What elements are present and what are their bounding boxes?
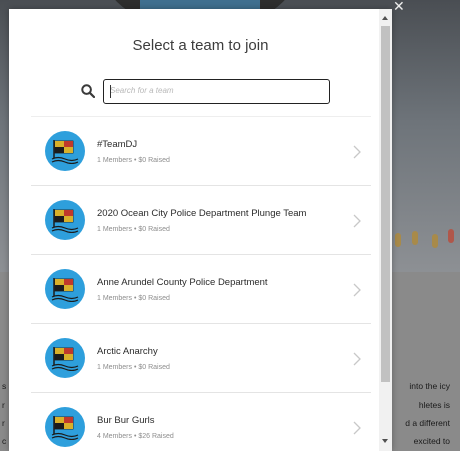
scroll-down-arrow-icon[interactable] — [382, 439, 388, 443]
background-people — [390, 225, 460, 255]
modal-title: Select a team to join — [132, 37, 269, 54]
close-icon[interactable]: ✕ — [393, 0, 405, 15]
team-name: Bur Bur Gurls — [97, 415, 155, 426]
text-cursor — [110, 85, 111, 98]
team-row[interactable]: Arctic Anarchy 1 Members • $0 Raised — [31, 324, 371, 393]
article-text-line: r — [2, 418, 5, 428]
team-list: #TeamDJ 1 Members • $0 Raised 2020 Ocean… — [31, 116, 371, 451]
team-name: Anne Arundel County Police Department — [97, 277, 268, 288]
maryland-flag-icon — [51, 209, 79, 233]
search-field[interactable] — [103, 79, 330, 104]
team-row[interactable]: Anne Arundel County Police Department 1 … — [31, 255, 371, 324]
maryland-flag-icon — [51, 416, 79, 440]
team-stats: 1 Members • $0 Raised — [97, 157, 170, 164]
team-row[interactable]: Bur Bur Gurls 4 Members • $26 Raised — [31, 393, 371, 451]
article-text-line: hletes is — [418, 400, 450, 410]
chevron-right-icon — [353, 145, 361, 159]
team-row[interactable]: #TeamDJ 1 Members • $0 Raised — [31, 116, 371, 186]
article-text-line: excited to — [413, 436, 450, 446]
article-text-line: c — [2, 436, 7, 446]
chevron-right-icon — [353, 352, 361, 366]
search-input[interactable] — [110, 80, 315, 101]
team-name: 2020 Ocean City Police Department Plunge… — [97, 208, 307, 219]
team-row[interactable]: 2020 Ocean City Police Department Plunge… — [31, 186, 371, 255]
maryland-flag-icon — [51, 347, 79, 371]
scroll-up-arrow-icon[interactable] — [382, 16, 388, 20]
team-avatar — [45, 407, 85, 447]
article-text-line: into the icy — [409, 381, 450, 391]
maryland-flag-icon — [51, 140, 79, 164]
team-avatar — [45, 200, 85, 240]
article-text-line: r — [2, 400, 5, 410]
team-avatar — [45, 338, 85, 378]
team-stats: 1 Members • $0 Raised — [97, 364, 170, 371]
article-text-line: s — [2, 381, 7, 391]
team-stats: 1 Members • $0 Raised — [97, 295, 170, 302]
team-avatar — [45, 269, 85, 309]
modal-scrollbar[interactable] — [379, 9, 392, 451]
scrollbar-thumb[interactable] — [381, 26, 390, 382]
article-text-line: d a different — [405, 418, 450, 428]
team-avatar — [45, 131, 85, 171]
chevron-right-icon — [353, 214, 361, 228]
team-stats: 1 Members • $0 Raised — [97, 226, 170, 233]
team-select-modal: Select a team to join #TeamDJ 1 Members … — [9, 9, 392, 451]
chevron-right-icon — [353, 283, 361, 297]
team-name: Arctic Anarchy — [97, 346, 158, 357]
team-name: #TeamDJ — [97, 139, 138, 150]
team-stats: 4 Members • $26 Raised — [97, 433, 174, 440]
search-icon — [81, 84, 95, 98]
chevron-right-icon — [353, 421, 361, 435]
maryland-flag-icon — [51, 278, 79, 302]
